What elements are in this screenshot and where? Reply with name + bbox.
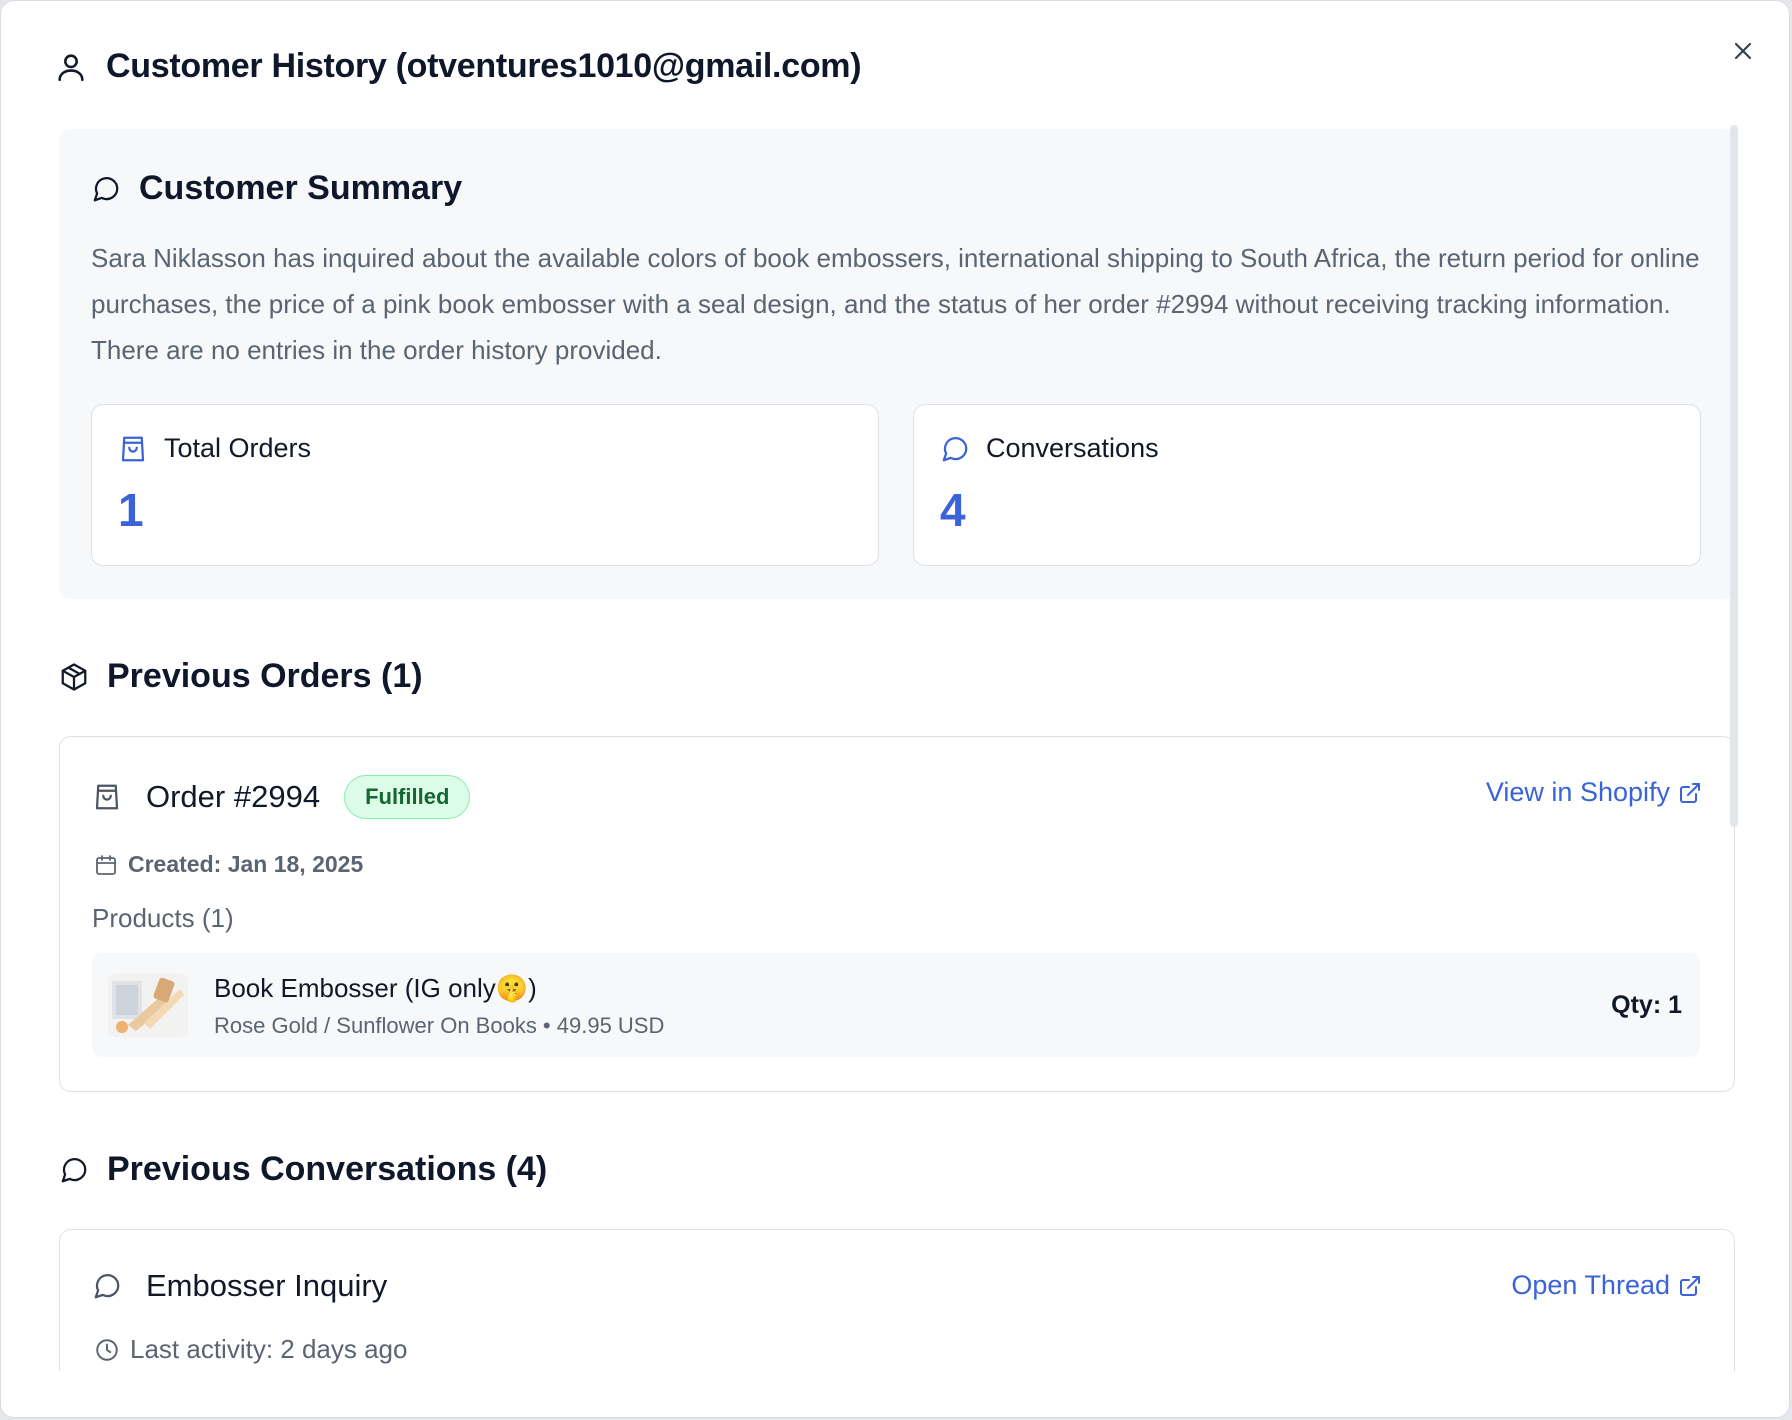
close-button[interactable] [1723,31,1763,71]
summary-text: Sara Niklasson has inquired about the av… [91,243,1700,365]
chat-bubble-icon [942,436,968,461]
stat-card-total-orders: Total Orders 1 [91,404,879,566]
clock-icon [96,1338,118,1361]
conversation-card: Embosser Inquiry Open Thread Last activi… [59,1229,1735,1371]
conversation-title: Embosser Inquiry [146,1268,388,1303]
chat-bubble-icon [93,176,119,201]
order-created-date: Created: Jan 18, 2025 [128,851,364,877]
external-link-icon [1680,782,1700,803]
scrollbar-thumb[interactable] [1730,125,1738,827]
product-row: Book Embosser (IG only🤫) Rose Gold / Sun… [92,953,1700,1057]
product-qty: Qty: 1 [1611,991,1682,1019]
chat-bubble-icon [94,1274,120,1299]
summary-title: Customer Summary [139,169,463,207]
status-badge: Fulfilled [344,775,471,819]
chat-bubble-icon [61,1157,87,1182]
order-created-row: Created: Jan 18, 2025 [94,851,363,878]
last-activity-row: Last activity: 2 days ago [94,1334,407,1365]
stat-value: 4 [940,484,966,536]
order-title: Order #2994 [146,779,321,814]
external-link-icon [1680,1275,1700,1296]
scrollbar[interactable] [1727,125,1741,1371]
close-icon [1734,42,1752,60]
stat-label: Conversations [986,433,1159,463]
previous-conversations-heading: Previous Conversations (4) [59,1150,547,1189]
summary-heading: Customer Summary [91,169,462,208]
product-name: Book Embosser (IG only🤫) [214,973,537,1003]
calendar-icon [96,854,116,875]
modal-title: Customer History (otventures1010@gmail.c… [106,47,862,85]
section-title: Previous Orders (1) [107,657,423,695]
shopping-bag-icon [121,436,145,461]
link-label: Open Thread [1511,1270,1670,1300]
open-thread-link[interactable]: Open Thread [1511,1270,1702,1301]
product-variant: Rose Gold / Sunflower On Books • 49.95 U… [214,1013,665,1038]
shopping-bag-icon [95,784,119,810]
product-thumbnail [108,973,188,1037]
modal-scroll-area[interactable]: Customer Summary Sara Niklasson has inqu… [59,129,1735,1371]
modal-header: Customer History (otventures1010@gmail.c… [54,47,862,86]
products-label: Products (1) [92,903,234,933]
stat-card-conversations: Conversations 4 [913,404,1701,566]
previous-orders-heading: Previous Orders (1) [59,657,423,696]
last-activity-text: Last activity: 2 days ago [130,1334,408,1364]
link-label: View in Shopify [1485,777,1670,807]
stat-value: 1 [118,484,144,536]
order-card: Order #2994 Fulfilled View in Shopify Cr… [59,736,1735,1092]
customer-history-modal: Customer History (otventures1010@gmail.c… [0,0,1790,1418]
section-title: Previous Conversations (4) [107,1150,548,1188]
stat-label: Total Orders [164,433,312,463]
customer-summary-panel: Customer Summary Sara Niklasson has inqu… [59,129,1735,599]
package-icon [61,662,87,691]
view-in-shopify-link[interactable]: View in Shopify [1486,777,1702,808]
user-icon [58,53,84,81]
